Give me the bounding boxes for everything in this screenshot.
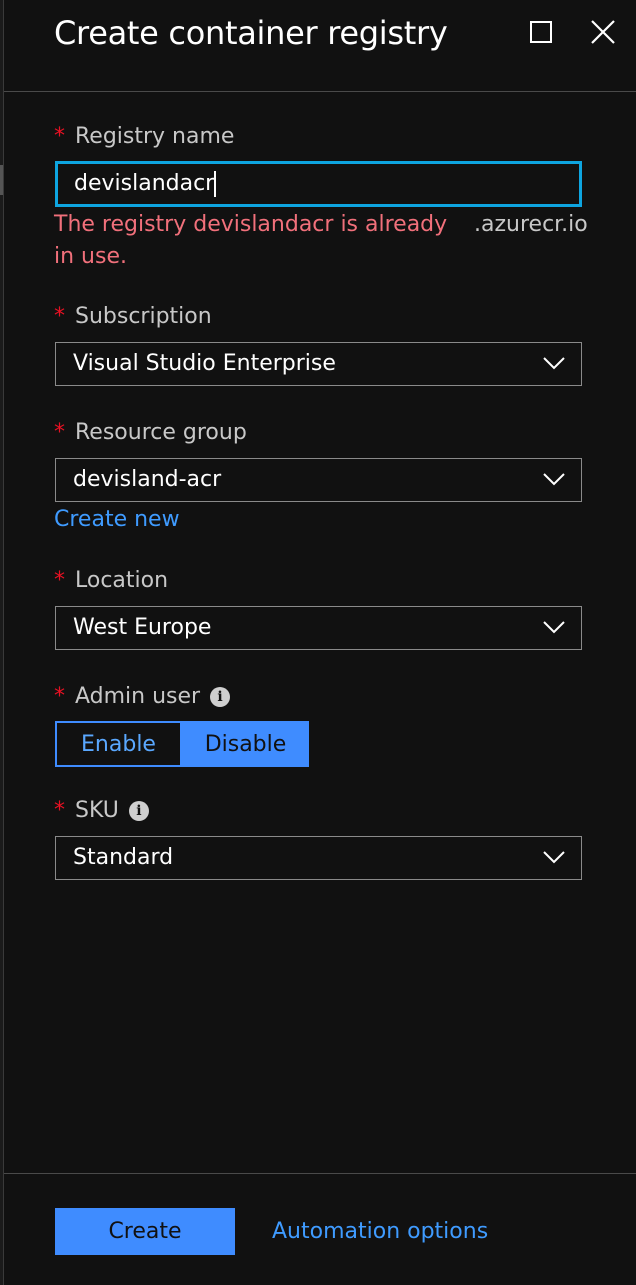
automation-options-link[interactable]: Automation options bbox=[272, 1219, 488, 1244]
subscription-value: Visual Studio Enterprise bbox=[73, 351, 336, 376]
create-button[interactable]: Create bbox=[55, 1208, 235, 1255]
required-marker: * bbox=[54, 568, 65, 593]
registry-name-label: * Registry name bbox=[54, 124, 235, 149]
location-select[interactable]: West Europe bbox=[55, 606, 582, 650]
required-marker: * bbox=[54, 798, 65, 823]
text-caret bbox=[214, 171, 217, 197]
close-icon[interactable] bbox=[589, 18, 617, 46]
admin-user-label: * Admin user i bbox=[54, 684, 231, 709]
subscription-select[interactable]: Visual Studio Enterprise bbox=[55, 342, 582, 386]
chevron-down-icon bbox=[543, 357, 565, 370]
subscription-label: * Subscription bbox=[54, 304, 212, 329]
required-marker: * bbox=[54, 124, 65, 149]
required-marker: * bbox=[54, 304, 65, 329]
chevron-down-icon bbox=[543, 473, 565, 486]
chevron-down-icon bbox=[543, 851, 565, 864]
admin-user-toggle: Enable Disable bbox=[55, 721, 309, 767]
registry-name-value: devislandacr bbox=[74, 171, 215, 196]
location-label: * Location bbox=[54, 568, 169, 593]
footer-divider bbox=[4, 1173, 636, 1174]
registry-name-input[interactable]: devislandacr bbox=[55, 161, 582, 207]
registry-name-error: The registry devislandacr is already in … bbox=[54, 212, 448, 269]
resource-group-select[interactable]: devisland-acr bbox=[55, 458, 582, 502]
required-marker: * bbox=[54, 684, 65, 709]
create-new-resource-group-link[interactable]: Create new bbox=[54, 507, 180, 532]
info-icon[interactable]: i bbox=[210, 687, 231, 707]
info-icon[interactable]: i bbox=[128, 801, 149, 821]
page-title: Create container registry bbox=[54, 14, 448, 52]
required-marker: * bbox=[54, 420, 65, 445]
admin-user-enable-option[interactable]: Enable bbox=[55, 721, 182, 767]
registry-domain-suffix: .azurecr.io bbox=[474, 212, 588, 237]
chevron-down-icon bbox=[543, 621, 565, 634]
maximize-icon[interactable] bbox=[530, 21, 552, 43]
sku-select[interactable]: Standard bbox=[55, 836, 582, 880]
resource-group-value: devisland-acr bbox=[73, 467, 222, 492]
resource-group-label: * Resource group bbox=[54, 420, 247, 445]
admin-user-disable-option[interactable]: Disable bbox=[182, 721, 309, 767]
sku-value: Standard bbox=[73, 845, 174, 870]
create-registry-blade: Create container registry * Registry name… bbox=[3, 0, 636, 1285]
location-value: West Europe bbox=[73, 615, 212, 640]
sku-label: * SKU i bbox=[54, 798, 149, 823]
blade-header: Create container registry bbox=[4, 0, 636, 92]
